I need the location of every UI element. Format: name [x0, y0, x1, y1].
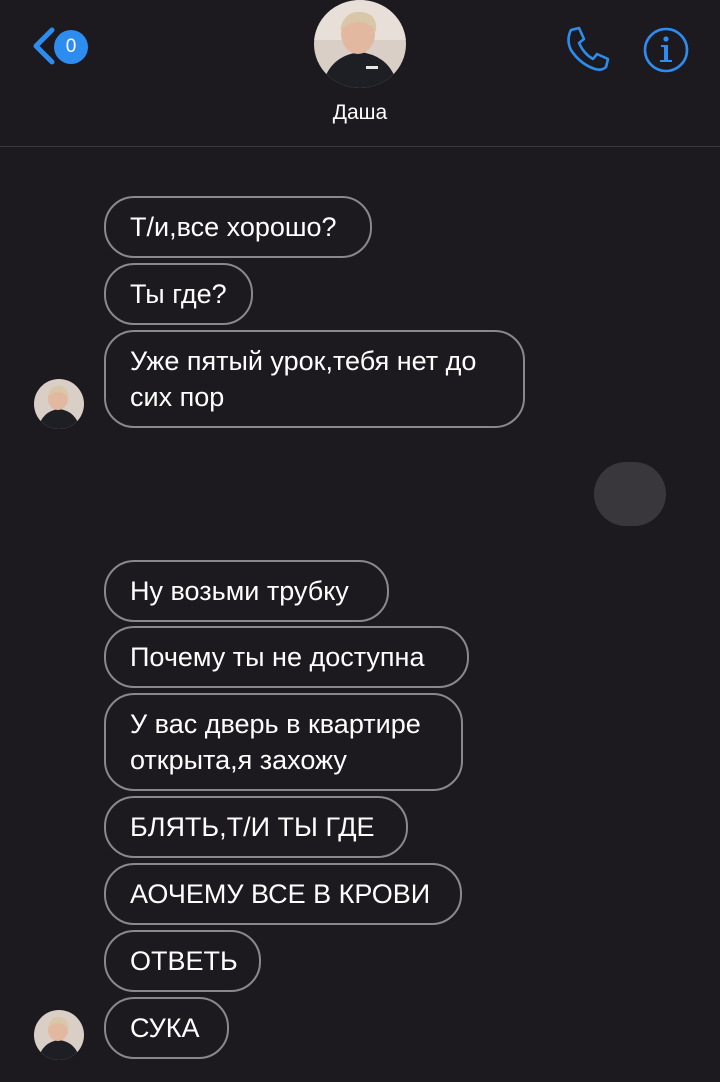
message-bubble: Ты где? — [104, 263, 253, 325]
message-bubble: БЛЯТЬ,Т/И ТЫ ГДЕ — [104, 796, 408, 858]
chat-header: 0 Даша — [0, 0, 720, 147]
unread-badge: 0 — [54, 30, 88, 64]
message-bubble: Ну возьми трубку — [104, 560, 389, 622]
message-text: ОТВЕТЬ — [130, 946, 238, 976]
typing-indicator — [594, 462, 666, 526]
message-bubble: Т/и,все хорошо? — [104, 196, 372, 258]
message-text: Ты где? — [130, 279, 227, 309]
sender-avatar[interactable] — [34, 1010, 84, 1060]
info-button[interactable] — [642, 26, 690, 74]
message-bubble: Почему ты не доступна — [104, 626, 469, 688]
info-icon — [643, 27, 689, 73]
message-text: АОЧЕМУ ВСЕ В КРОВИ — [130, 879, 431, 909]
phone-icon — [567, 26, 610, 71]
message-text: Т/и,все хорошо? — [130, 212, 337, 242]
message-text-line: сих пор — [130, 382, 225, 412]
message-text: Ну возьми трубку — [130, 576, 349, 606]
sender-avatar[interactable] — [34, 379, 84, 429]
back-button[interactable]: 0 — [30, 24, 94, 68]
message-text-line: У вас дверь в квартире — [130, 709, 421, 739]
message-bubble: АОЧЕМУ ВСЕ В КРОВИ — [104, 863, 462, 925]
contact-name: Даша — [332, 101, 388, 124]
message-text-line: Уже пятый урок,тебя нет до — [130, 346, 477, 376]
message-text-line: открыта,я захожу — [130, 745, 347, 775]
message-text: Почему ты не доступна — [130, 642, 425, 672]
message-bubble: Уже пятый урок,тебя нет до сих пор — [104, 330, 525, 428]
call-button[interactable] — [562, 24, 612, 74]
message-text: БЛЯТЬ,Т/И ТЫ ГДЕ — [130, 812, 375, 842]
message-bubble: У вас дверь в квартире открыта,я захожу — [104, 693, 463, 791]
message-bubble: ОТВЕТЬ — [104, 930, 261, 992]
message-bubble: СУКА — [104, 997, 229, 1059]
message-text: СУКА — [130, 1013, 200, 1043]
contact-avatar[interactable] — [314, 0, 406, 88]
